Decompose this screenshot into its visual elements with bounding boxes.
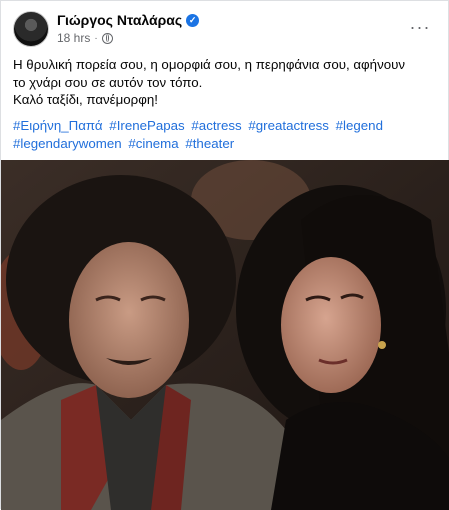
hashtag-link[interactable]: #theater bbox=[185, 136, 234, 151]
verified-badge-icon: ✓ bbox=[186, 13, 200, 27]
post-text-line: το χνάρι σου σε αυτόν τον τόπο. bbox=[13, 74, 203, 90]
post-text: Η θρυλική πορεία σου, η ομορφιά σου, η π… bbox=[13, 56, 438, 109]
post-photo[interactable] bbox=[1, 160, 449, 510]
hashtag-list: #Ειρήνη_Παπά #IrenePapas #actress #great… bbox=[13, 117, 438, 153]
hashtag-link[interactable]: #IrenePapas bbox=[109, 118, 184, 133]
globe-icon[interactable] bbox=[101, 32, 113, 44]
author-name[interactable]: Γιώργος Νταλάρας bbox=[57, 12, 182, 28]
meta-separator: · bbox=[94, 32, 98, 44]
hashtag-link[interactable]: #Ειρήνη_Παπά bbox=[13, 118, 103, 133]
photo-of-two-people-icon bbox=[1, 160, 449, 510]
avatar[interactable] bbox=[13, 11, 49, 47]
post-header: Γιώργος Νταλάρας ✓ 18 hrs · ··· bbox=[13, 11, 438, 51]
facebook-post: Γιώργος Νταλάρας ✓ 18 hrs · ··· Η θρυλικ… bbox=[0, 0, 449, 510]
hashtag-link[interactable]: #legendarywomen bbox=[13, 136, 122, 151]
post-text-line: Καλό ταξίδι, πανέμορφη! bbox=[13, 92, 158, 107]
post-text-line: Η θρυλική πορεία σου, η ομορφιά σου, η π… bbox=[13, 57, 406, 72]
post-timestamp[interactable]: 18 hrs bbox=[57, 31, 90, 45]
hashtag-link[interactable]: #cinema bbox=[128, 136, 178, 151]
more-options-button[interactable]: ··· bbox=[406, 13, 434, 41]
author-row: Γιώργος Νταλάρας ✓ bbox=[57, 12, 200, 28]
post-meta: 18 hrs · bbox=[57, 31, 113, 45]
hashtag-link[interactable]: #greatactress bbox=[248, 118, 329, 133]
hashtag-link[interactable]: #legend bbox=[336, 118, 383, 133]
hashtag-link[interactable]: #actress bbox=[191, 118, 241, 133]
